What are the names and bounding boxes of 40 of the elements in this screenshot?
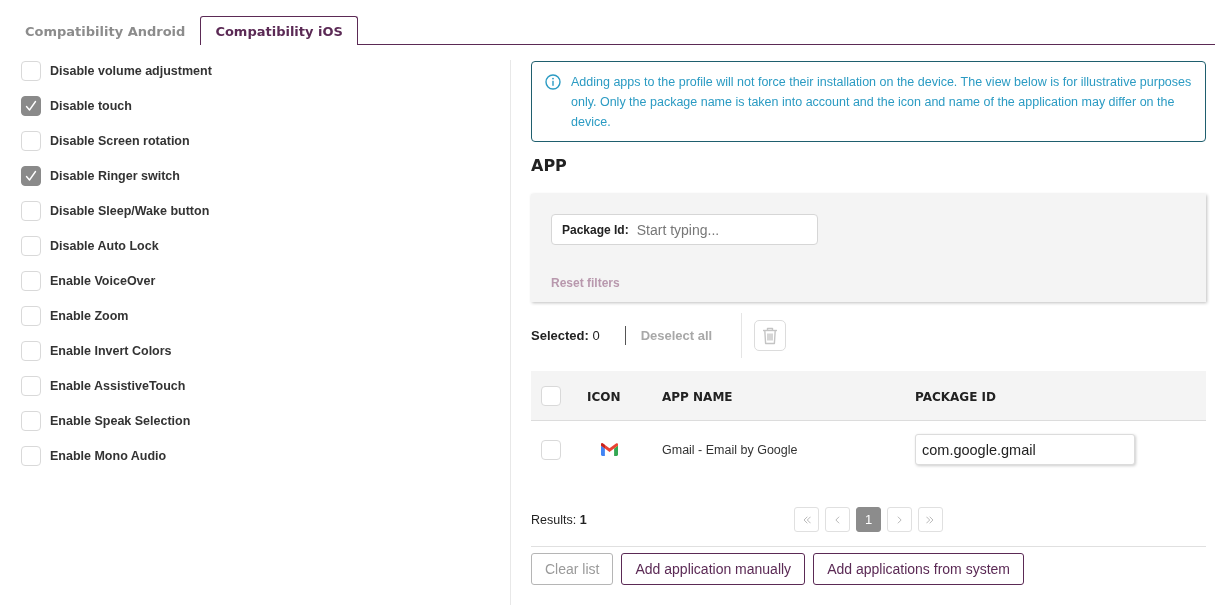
chevron-left-icon <box>833 515 842 524</box>
option-label: Disable Auto Lock <box>50 238 159 253</box>
option-label: Disable volume adjustment <box>50 63 212 78</box>
option-label: Enable VoiceOver <box>50 273 156 288</box>
action-button[interactable]: Add applications from system <box>813 553 1024 585</box>
option-label: Enable Mono Audio <box>50 448 167 463</box>
package-id-field[interactable]: com.google.gmail <box>915 434 1135 465</box>
field-label: Package Id: <box>562 222 629 237</box>
results-count: Results: 1 <box>531 512 587 527</box>
info-text: Adding apps to the profile will not force their installation on the device. The view below is for illustrative purposes only. Only the package name is taken into account and the icon and name of the application may differ on the device. <box>571 74 1193 131</box>
double-chevron-right-icon <box>926 515 935 524</box>
checkmark-icon <box>25 169 37 182</box>
info-icon <box>545 74 561 90</box>
select-all-checkbox[interactable] <box>541 385 561 406</box>
app-m-logo-icon <box>601 443 618 456</box>
tab[interactable]: Compatibility iOS <box>200 16 358 45</box>
option-label: Enable Invert Colors <box>50 343 172 358</box>
selected-count: Selected: 0 <box>531 328 600 343</box>
action-button[interactable]: Add application manually <box>621 553 806 585</box>
checkbox[interactable] <box>21 95 41 116</box>
option-label: Enable Speak Selection <box>50 413 191 428</box>
option-label: Enable AssistiveTouch <box>50 378 186 393</box>
app-name: Gmail - Email by Google <box>662 442 798 457</box>
double-chevron-left-icon <box>802 515 811 524</box>
column-header: ICON <box>587 389 621 404</box>
option-label: Disable Ringer switch <box>50 168 180 183</box>
row-checkbox[interactable] <box>541 439 561 460</box>
option-label: Enable Zoom <box>50 308 129 323</box>
checkbox[interactable] <box>21 165 41 186</box>
package-id-input[interactable]: Start typing... <box>636 221 807 238</box>
trash-icon <box>762 326 779 345</box>
column-header: APP NAME <box>662 389 733 404</box>
package-id-filter-field[interactable]: Package Id: Start typing... <box>551 214 818 245</box>
chevron-right-icon <box>895 515 904 524</box>
column-header: PACKAGE ID <box>915 389 997 404</box>
option-label: Disable Sleep/Wake button <box>50 203 210 218</box>
option-label: Disable Screen rotation <box>50 133 190 148</box>
section-title: APP <box>531 156 568 176</box>
option-label: Disable touch <box>50 98 132 113</box>
checkmark-icon <box>25 99 37 112</box>
